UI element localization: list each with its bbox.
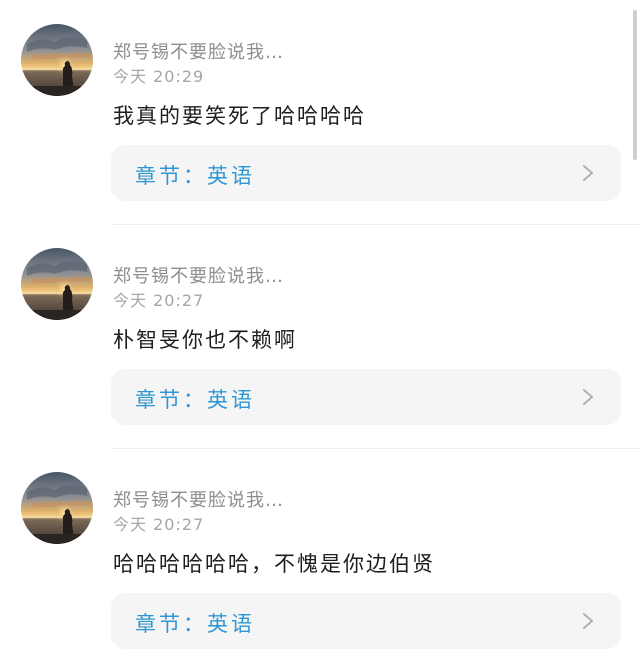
chevron-right-icon [583, 389, 593, 405]
username[interactable]: 郑号锡不要脸说我… [113, 38, 284, 64]
comment-item: 郑号锡不要脸说我… 今天 20:27 哈哈哈哈哈哈，不愧是你边伯贤 章节：英语 [0, 448, 640, 672]
username[interactable]: 郑号锡不要脸说我… [113, 486, 284, 512]
chapter-label: 章节：英语 [135, 612, 255, 636]
comment-feed: 郑号锡不要脸说我… 今天 20:29 我真的要笑死了哈哈哈哈 章节：英语 郑号锡… [0, 0, 640, 653]
sunset-beach-photo [21, 472, 93, 544]
timestamp: 今天 20:29 [113, 67, 205, 86]
chapter-label: 章节：英语 [135, 164, 255, 188]
comment-text: 朴智旻你也不赖啊 [113, 328, 297, 352]
avatar[interactable] [21, 472, 93, 544]
chevron-right-icon [583, 165, 593, 181]
comment-text: 哈哈哈哈哈哈，不愧是你边伯贤 [113, 552, 435, 576]
comment-item: 郑号锡不要脸说我… 今天 20:29 我真的要笑死了哈哈哈哈 章节：英语 [0, 0, 640, 224]
avatar[interactable] [21, 248, 93, 320]
avatar[interactable] [21, 24, 93, 96]
chapter-link-card[interactable]: 章节：英语 [111, 145, 621, 201]
username[interactable]: 郑号锡不要脸说我… [113, 262, 284, 288]
comment-text: 我真的要笑死了哈哈哈哈 [113, 104, 366, 128]
timestamp: 今天 20:27 [113, 515, 205, 534]
sunset-beach-photo [21, 24, 93, 96]
chapter-link-card[interactable]: 章节：英语 [111, 593, 621, 649]
comment-item: 郑号锡不要脸说我… 今天 20:27 朴智旻你也不赖啊 章节：英语 [0, 224, 640, 448]
chapter-label: 章节：英语 [135, 388, 255, 412]
sunset-beach-photo [21, 248, 93, 320]
chevron-right-icon [583, 613, 593, 629]
chapter-link-card[interactable]: 章节：英语 [111, 369, 621, 425]
timestamp: 今天 20:27 [113, 291, 205, 310]
